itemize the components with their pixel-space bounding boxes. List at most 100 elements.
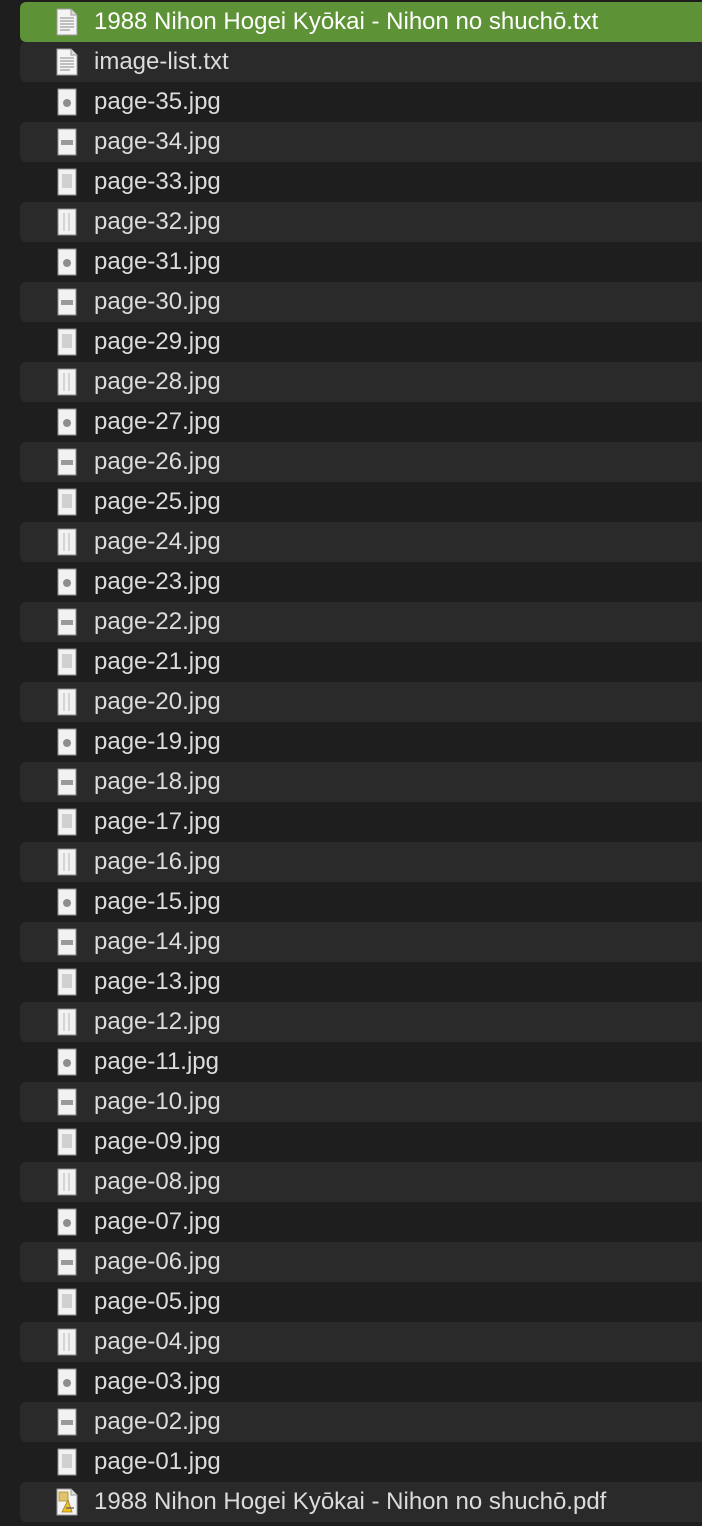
file-row[interactable]: page-26.jpg xyxy=(20,442,702,482)
file-row[interactable]: page-20.jpg xyxy=(20,682,702,722)
file-row[interactable]: page-10.jpg xyxy=(20,1082,702,1122)
image-thumbnail-icon xyxy=(56,1288,78,1316)
file-name-label: page-05.jpg xyxy=(94,1288,221,1315)
file-name-label: page-16.jpg xyxy=(94,848,221,875)
file-row[interactable]: page-34.jpg xyxy=(20,122,702,162)
file-row[interactable]: page-19.jpg xyxy=(20,722,702,762)
file-name-label: page-11.jpg xyxy=(94,1048,219,1075)
image-thumbnail-icon xyxy=(56,1048,78,1076)
image-thumbnail-icon xyxy=(56,768,78,796)
file-name-label: page-09.jpg xyxy=(94,1128,221,1155)
file-name-label: page-22.jpg xyxy=(94,608,221,635)
image-thumbnail-icon xyxy=(56,848,78,876)
file-name-label: page-23.jpg xyxy=(94,568,221,595)
image-thumbnail-icon xyxy=(56,368,78,396)
file-row-selected[interactable]: 1988 Nihon Hogei Kyōkai - Nihon no shuch… xyxy=(20,2,702,42)
image-thumbnail-icon xyxy=(56,328,78,356)
file-row[interactable]: page-14.jpg xyxy=(20,922,702,962)
file-name-label: page-25.jpg xyxy=(94,488,221,515)
file-row[interactable]: page-15.jpg xyxy=(20,882,702,922)
file-name-label: page-30.jpg xyxy=(94,288,221,315)
image-thumbnail-icon xyxy=(56,248,78,276)
image-thumbnail-icon xyxy=(56,288,78,316)
image-thumbnail-icon xyxy=(56,1168,78,1196)
file-row[interactable]: page-04.jpg xyxy=(20,1322,702,1362)
image-thumbnail-icon xyxy=(56,1448,78,1476)
file-name-label: 1988 Nihon Hogei Kyōkai - Nihon no shuch… xyxy=(94,8,599,35)
file-name-label: page-06.jpg xyxy=(94,1248,221,1275)
image-thumbnail-icon xyxy=(56,568,78,596)
file-row[interactable]: page-30.jpg xyxy=(20,282,702,322)
file-row[interactable]: page-09.jpg xyxy=(20,1122,702,1162)
file-row[interactable]: page-05.jpg xyxy=(20,1282,702,1322)
file-name-label: page-04.jpg xyxy=(94,1328,221,1355)
file-row[interactable]: page-11.jpg xyxy=(20,1042,702,1082)
image-thumbnail-icon xyxy=(56,968,78,996)
image-thumbnail-icon xyxy=(56,208,78,236)
file-name-label: page-27.jpg xyxy=(94,408,221,435)
image-thumbnail-icon xyxy=(56,408,78,436)
file-name-label: page-34.jpg xyxy=(94,128,221,155)
file-row[interactable]: page-13.jpg xyxy=(20,962,702,1002)
file-name-label: page-18.jpg xyxy=(94,768,221,795)
file-row[interactable]: page-27.jpg xyxy=(20,402,702,442)
image-thumbnail-icon xyxy=(56,888,78,916)
file-row[interactable]: page-23.jpg xyxy=(20,562,702,602)
file-name-label: page-07.jpg xyxy=(94,1208,221,1235)
file-name-label: page-26.jpg xyxy=(94,448,221,475)
file-row[interactable]: page-03.jpg xyxy=(20,1362,702,1402)
file-row[interactable]: page-16.jpg xyxy=(20,842,702,882)
file-row[interactable]: page-24.jpg xyxy=(20,522,702,562)
text-document-icon xyxy=(56,48,78,76)
image-thumbnail-icon xyxy=(56,688,78,716)
image-thumbnail-icon xyxy=(56,1208,78,1236)
file-name-label: page-10.jpg xyxy=(94,1088,221,1115)
image-thumbnail-icon xyxy=(56,1128,78,1156)
image-thumbnail-icon xyxy=(56,808,78,836)
image-thumbnail-icon xyxy=(56,168,78,196)
file-name-label: page-32.jpg xyxy=(94,208,221,235)
file-name-label: page-31.jpg xyxy=(94,248,221,275)
file-row[interactable]: page-02.jpg xyxy=(20,1402,702,1442)
file-name-label: page-03.jpg xyxy=(94,1368,221,1395)
file-row[interactable]: page-31.jpg xyxy=(20,242,702,282)
file-row[interactable]: page-25.jpg xyxy=(20,482,702,522)
image-thumbnail-icon xyxy=(56,448,78,476)
pdf-document-icon xyxy=(56,1488,78,1516)
file-row[interactable]: page-12.jpg xyxy=(20,1002,702,1042)
image-thumbnail-icon xyxy=(56,1088,78,1116)
file-name-label: page-08.jpg xyxy=(94,1168,221,1195)
image-thumbnail-icon xyxy=(56,728,78,756)
file-list: 1988 Nihon Hogei Kyōkai - Nihon no shuch… xyxy=(0,2,702,1522)
file-row[interactable]: page-32.jpg xyxy=(20,202,702,242)
image-thumbnail-icon xyxy=(56,1408,78,1436)
image-thumbnail-icon xyxy=(56,88,78,116)
file-name-label: page-28.jpg xyxy=(94,368,221,395)
file-name-label: image-list.txt xyxy=(94,48,229,75)
text-document-icon xyxy=(56,8,78,36)
file-row[interactable]: page-28.jpg xyxy=(20,362,702,402)
image-thumbnail-icon xyxy=(56,128,78,156)
file-name-label: page-29.jpg xyxy=(94,328,221,355)
file-row[interactable]: page-07.jpg xyxy=(20,1202,702,1242)
file-row[interactable]: 1988 Nihon Hogei Kyōkai - Nihon no shuch… xyxy=(20,1482,702,1522)
file-row[interactable]: page-22.jpg xyxy=(20,602,702,642)
file-row[interactable]: image-list.txt xyxy=(20,42,702,82)
file-row[interactable]: page-08.jpg xyxy=(20,1162,702,1202)
file-name-label: page-20.jpg xyxy=(94,688,221,715)
file-name-label: page-13.jpg xyxy=(94,968,221,995)
image-thumbnail-icon xyxy=(56,1008,78,1036)
file-row[interactable]: page-18.jpg xyxy=(20,762,702,802)
image-thumbnail-icon xyxy=(56,608,78,636)
file-row[interactable]: page-33.jpg xyxy=(20,162,702,202)
file-row[interactable]: page-17.jpg xyxy=(20,802,702,842)
file-row[interactable]: page-29.jpg xyxy=(20,322,702,362)
file-row[interactable]: page-35.jpg xyxy=(20,82,702,122)
file-row[interactable]: page-06.jpg xyxy=(20,1242,702,1282)
file-name-label: page-24.jpg xyxy=(94,528,221,555)
file-name-label: page-35.jpg xyxy=(94,88,221,115)
file-name-label: page-19.jpg xyxy=(94,728,221,755)
file-name-label: page-15.jpg xyxy=(94,888,221,915)
file-row[interactable]: page-01.jpg xyxy=(20,1442,702,1482)
file-row[interactable]: page-21.jpg xyxy=(20,642,702,682)
